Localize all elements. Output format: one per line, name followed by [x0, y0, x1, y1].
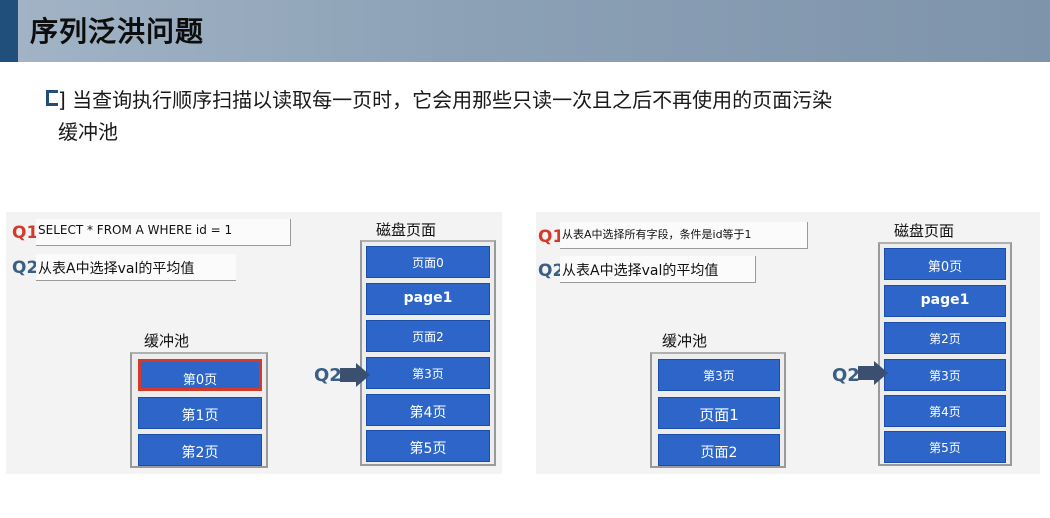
buffer-pool-label: 缓冲池 [662, 332, 708, 350]
q1-label: Q1 [12, 223, 39, 243]
scan-arrow-icon [340, 362, 370, 390]
buffer-page-slot: 第1页 [138, 397, 262, 429]
buffer-page-slot: 第0页 [138, 359, 262, 391]
q2-query-box: 从表A中选择val的平均值 [560, 256, 756, 283]
bullet-text-line2: 缓冲池 [58, 120, 118, 144]
buffer-pool-container: 第3页 页面1 页面2 [650, 352, 786, 468]
buffer-page-slot: 页面1 [658, 397, 780, 429]
q1-query-box: 从表A中选择所有字段，条件是id等于1 [560, 222, 808, 249]
disk-page-slot: 第5页 [884, 431, 1006, 463]
disk-pages-container: 页面0 page1 页面2 第3页 第4页 第5页 [360, 240, 496, 466]
disk-pages-label: 磁盘页面 [376, 221, 437, 239]
title-accent-bar [0, 0, 18, 62]
disk-page-slot: 第3页 [366, 357, 490, 389]
left-diagram-panel: Q1 SELECT * FROM A WHERE id = 1 Q2 从表A中选… [6, 212, 502, 474]
disk-page-slot: 第5页 [366, 430, 490, 462]
disk-page-slot: page1 [366, 283, 490, 315]
bullet-text-line1: ] 当查询执行顺序扫描以读取每一页时，它会用那些只读一次且之后不再使用的页面污染 [58, 88, 833, 112]
buffer-page-slot: 页面2 [658, 434, 780, 466]
buffer-page-slot: 第3页 [658, 359, 780, 391]
disk-page-slot: 页面0 [366, 246, 490, 278]
disk-pages-label: 磁盘页面 [894, 222, 955, 240]
scan-arrow-icon [858, 360, 888, 388]
right-diagram-panel: Q1 从表A中选择所有字段，条件是id等于1 Q2 从表A中选择val的平均值 … [536, 212, 1040, 474]
q2-query-box: 从表A中选择val的平均值 [36, 254, 236, 281]
q2-label: Q2 [12, 258, 39, 278]
bullet-bracket-icon [46, 90, 58, 106]
disk-page-slot: page1 [884, 285, 1006, 317]
disk-page-slot: 第2页 [884, 322, 1006, 354]
title-bar: 序列泛洪问题 [0, 0, 1050, 62]
disk-page-slot: 第3页 [884, 359, 1006, 391]
q1-query-box: SELECT * FROM A WHERE id = 1 [36, 219, 291, 246]
disk-page-slot: 第4页 [366, 394, 490, 426]
scan-arrow-label: Q2 [314, 365, 342, 386]
disk-page-slot: 第0页 [884, 248, 1006, 280]
slide-title: 序列泛洪问题 [30, 15, 205, 48]
disk-pages-container: 第0页 page1 第2页 第3页 第4页 第5页 [878, 242, 1012, 466]
scan-arrow-label: Q2 [832, 365, 860, 386]
disk-page-slot: 页面2 [366, 320, 490, 352]
buffer-page-slot: 第2页 [138, 434, 262, 466]
disk-page-slot: 第4页 [884, 395, 1006, 427]
buffer-pool-label: 缓冲池 [144, 332, 190, 350]
buffer-pool-container: 第0页 第1页 第2页 [130, 352, 268, 468]
